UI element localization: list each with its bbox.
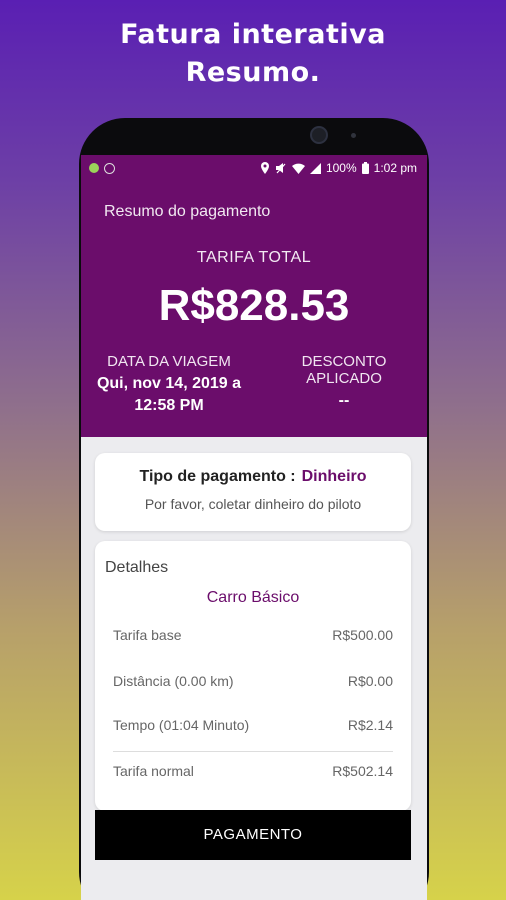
alarm-icon [104, 162, 115, 174]
fare-row: Tempo (01:04 Minuto) R$2.14 [113, 717, 393, 733]
fare-row: Distância (0.00 km) R$0.00 [113, 673, 393, 689]
status-bar: 100% 1:02 pm [81, 155, 427, 181]
fare-row-label: Distância (0.00 km) [113, 673, 234, 689]
fare-row-label: Tempo (01:04 Minuto) [113, 717, 250, 733]
discount: DESCONTO APLICADO -- [264, 353, 424, 412]
battery-percent: 100% [325, 161, 357, 175]
total-fare-amount: R$828.53 [158, 281, 350, 330]
promo-line-2: Resumo. [185, 57, 321, 88]
payment-button[interactable]: PAGAMENTO [95, 810, 411, 860]
sensor-icon [351, 133, 356, 138]
android-dot-icon [89, 163, 99, 173]
page-title: Resumo do pagamento [104, 203, 271, 220]
details-card: Detalhes Carro Básico Tarifa base R$500.… [95, 541, 411, 811]
promo-line-1: Fatura interativa [120, 19, 386, 50]
app-screen: 100% 1:02 pm Resumo do pagamento TARIFA … [81, 155, 427, 900]
divider [113, 751, 393, 752]
trip-date-value: Qui, nov 14, 2019 a 12:58 PM [96, 375, 242, 414]
camera-icon [310, 126, 328, 144]
details-title: Detalhes [105, 559, 169, 576]
fare-row-value: R$2.14 [347, 717, 393, 733]
fare-row-label: Tarifa base [113, 627, 182, 643]
trip-date: DATA DA VIAGEM Qui, nov 14, 2019 a 12:58… [89, 353, 249, 417]
mute-icon [275, 163, 286, 174]
total-fare-label: TARIFA TOTAL [196, 249, 312, 266]
payment-type-card: Tipo de pagamento : Dinheiro Por favor, c… [95, 453, 411, 531]
car-category: Carro Básico [206, 589, 300, 606]
promo-title: Fatura interativa Resumo. [0, 16, 506, 92]
discount-value: -- [338, 392, 350, 409]
wifi-icon [291, 163, 305, 174]
location-icon [260, 162, 269, 174]
fare-row-value: R$500.00 [332, 627, 393, 643]
status-time: 1:02 pm [373, 161, 417, 175]
payment-type-value: Dinheiro [301, 468, 367, 485]
fare-row: Tarifa base R$500.00 [113, 627, 393, 643]
payment-note: Por favor, coletar dinheiro do piloto [144, 496, 362, 512]
fare-row: Tarifa normal R$502.14 [113, 763, 393, 779]
payment-summary-header: Resumo do pagamento TARIFA TOTAL R$828.5… [81, 181, 427, 437]
fare-row-label: Tarifa normal [113, 763, 194, 779]
battery-icon [361, 162, 369, 174]
discount-label: DESCONTO APLICADO [301, 353, 387, 387]
fare-row-value: R$0.00 [347, 673, 393, 689]
signal-icon [309, 162, 321, 174]
trip-date-label: DATA DA VIAGEM [107, 353, 231, 370]
fare-row-value: R$502.14 [332, 763, 393, 779]
payment-type-label: Tipo de pagamento : [139, 468, 296, 485]
